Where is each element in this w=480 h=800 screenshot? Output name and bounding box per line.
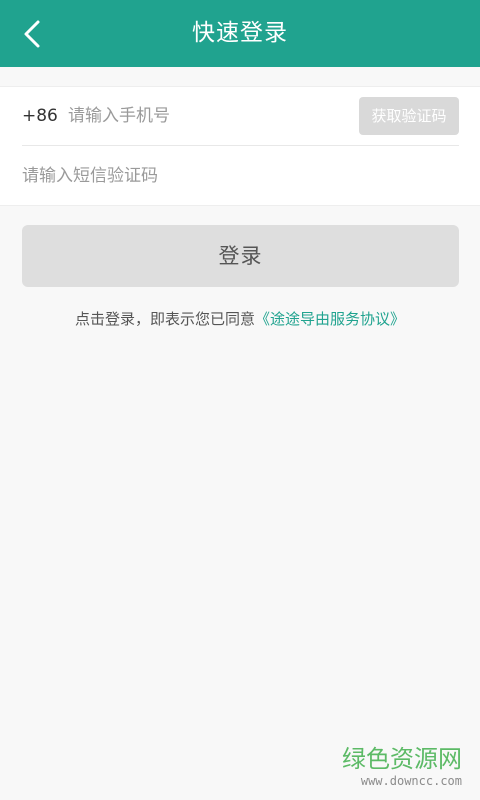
login-button[interactable]: 登录 bbox=[22, 225, 459, 287]
sms-code-input[interactable] bbox=[22, 157, 442, 195]
phone-input[interactable] bbox=[68, 97, 348, 135]
watermark: 绿色资源网 www.downcc.com bbox=[342, 745, 462, 789]
service-agreement-link[interactable]: 《途途导由服务协议》 bbox=[255, 310, 405, 328]
watermark-title: 绿色资源网 bbox=[342, 745, 462, 773]
sms-row bbox=[0, 147, 480, 205]
agreement-prefix: 点击登录，即表示您已同意 bbox=[74, 310, 255, 328]
country-code: +86 bbox=[22, 106, 58, 126]
login-form: +86 获取验证码 bbox=[0, 86, 480, 206]
top-bar: 快速登录 bbox=[0, 0, 480, 67]
get-code-button[interactable]: 获取验证码 bbox=[359, 97, 459, 135]
page-title: 快速登录 bbox=[192, 20, 288, 46]
watermark-url: www.downcc.com bbox=[360, 774, 462, 788]
form-divider bbox=[22, 145, 459, 146]
phone-row: +86 获取验证码 bbox=[0, 87, 480, 145]
login-page: 快速登录 +86 获取验证码 登录 点击登录，即表示您已同意《途途导由服务协议》… bbox=[0, 0, 480, 800]
agreement-text: 点击登录，即表示您已同意《途途导由服务协议》 bbox=[0, 306, 480, 332]
